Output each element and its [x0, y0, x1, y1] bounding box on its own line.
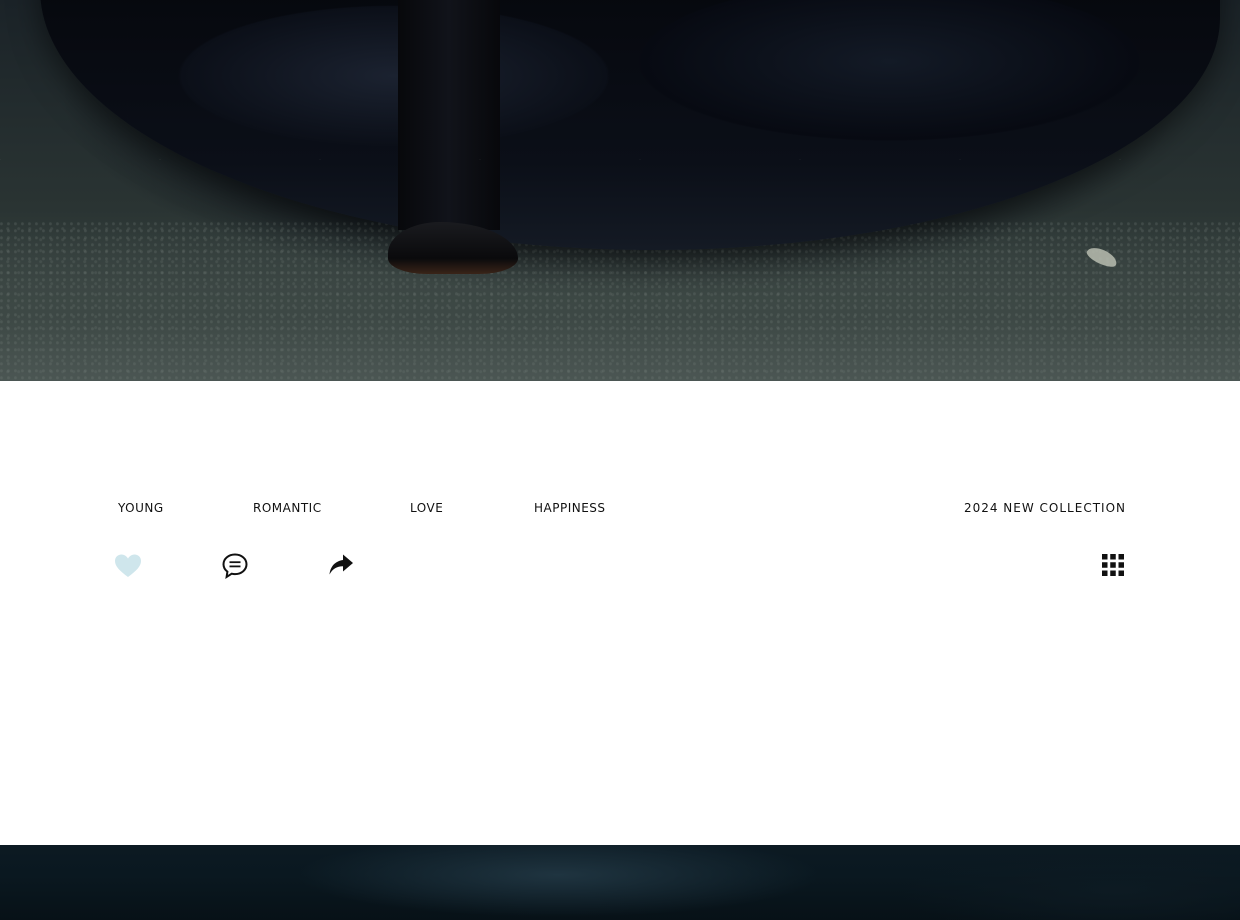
- comment-icon[interactable]: [221, 552, 249, 580]
- bottom-photo: [0, 845, 1240, 920]
- watermark-pattern: [0, 0, 1240, 381]
- tag-happiness: HAPPINESS: [534, 501, 606, 515]
- heart-icon[interactable]: [114, 553, 142, 579]
- watermark-pattern: [0, 845, 1240, 920]
- grid-icon[interactable]: [1101, 553, 1125, 577]
- tag-love: LOVE: [410, 501, 444, 515]
- share-icon[interactable]: [328, 553, 354, 577]
- hero-photo: [0, 0, 1240, 381]
- tags-row: YOUNG ROMANTIC LOVE HAPPINESS 2024 NEW C…: [118, 498, 1126, 518]
- tag-young: YOUNG: [118, 501, 164, 515]
- collection-label: 2024 NEW COLLECTION: [963, 501, 1126, 515]
- tag-romantic: ROMANTIC: [253, 501, 322, 515]
- page: YOUNG ROMANTIC LOVE HAPPINESS 2024 NEW C…: [0, 0, 1240, 920]
